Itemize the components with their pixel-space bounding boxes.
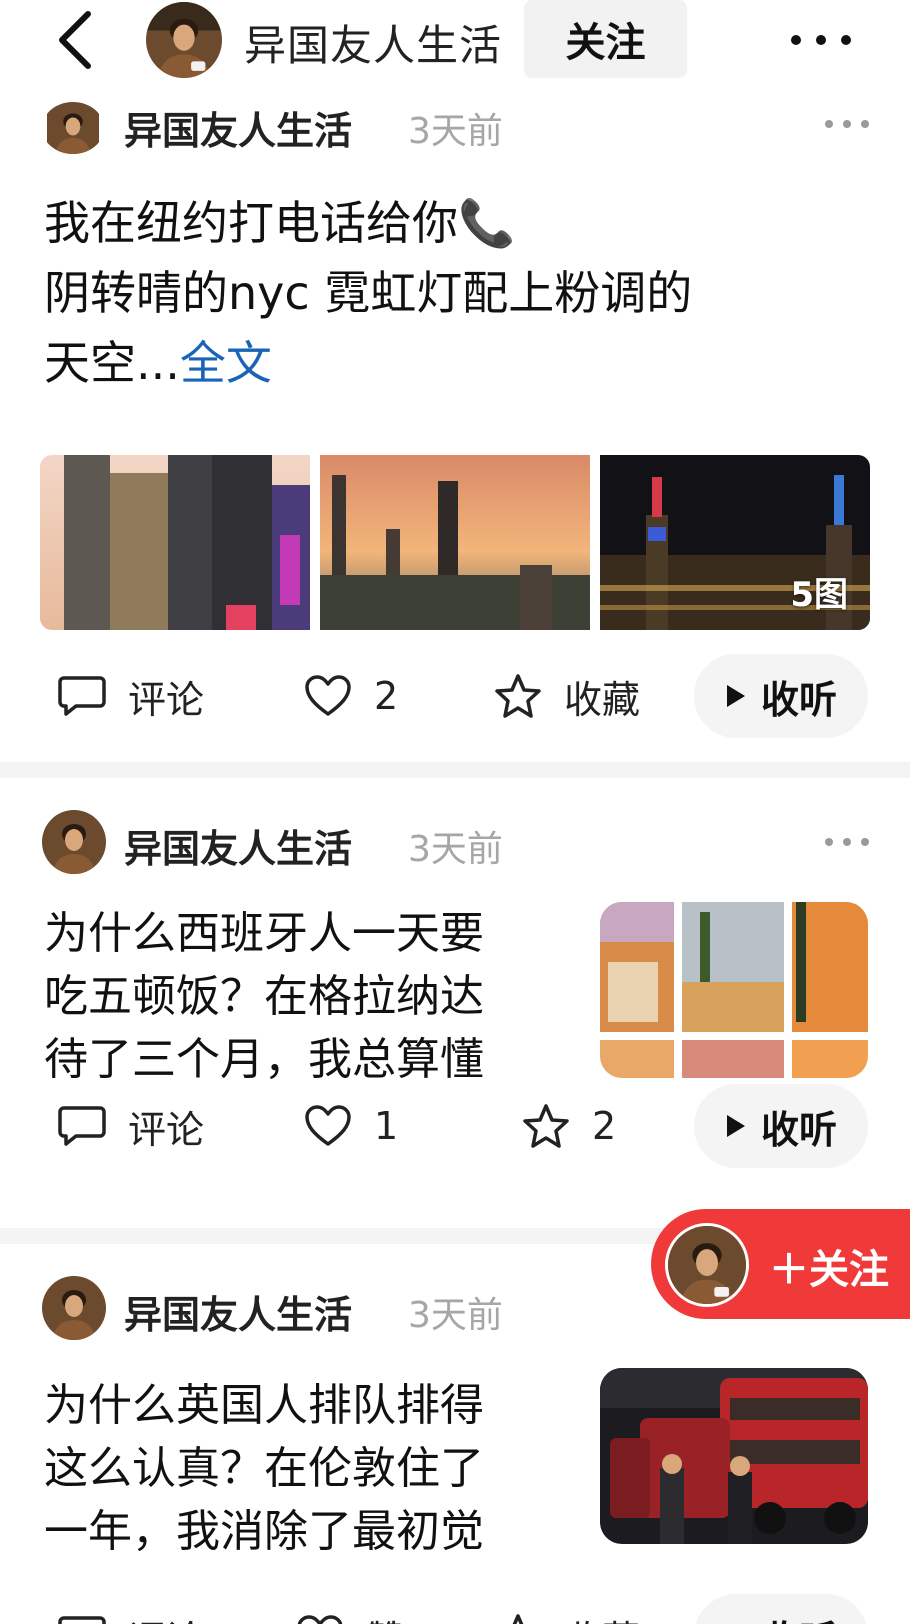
image-count-badge: 5图 <box>790 575 848 615</box>
post-card[interactable]: 异国友人生活 3天前 为什么西班牙人一天要 吃五顿饭？在格拉纳达 待了三个月，我… <box>0 778 910 1228</box>
post-text-line: 待了三个月，我总算懂 <box>44 1034 484 1085</box>
post-text-line: 天空...全文 <box>44 328 874 398</box>
comment-label: 评论 <box>128 677 205 722</box>
favorite-button[interactable]: 收藏 <box>494 654 640 738</box>
post-card[interactable]: 异国友人生活 3天前 我在纽约打电话给你📞 阴转晴的nyc 霓虹灯配上粉调的 天… <box>0 0 910 760</box>
more-dots-icon[interactable] <box>822 112 872 136</box>
avatar[interactable] <box>42 102 104 154</box>
floating-follow-label: ＋关注 <box>769 1247 889 1293</box>
star-icon <box>523 1104 569 1148</box>
like-button[interactable]: 赞 <box>296 1594 404 1624</box>
page-title: 异国友人生活 <box>244 21 503 70</box>
post-text-line: 这么认真？在伦敦住了 <box>44 1443 484 1494</box>
floating-follow-button[interactable]: ＋关注 <box>651 1209 910 1319</box>
photo-sunset-skyline[interactable] <box>320 455 590 630</box>
post-text[interactable]: 为什么西班牙人一天要 吃五顿饭？在格拉纳达 待了三个月，我总算懂 <box>44 902 544 1091</box>
play-icon <box>726 685 745 707</box>
post-text-line: 一年，我消除了最初觉 <box>44 1506 484 1557</box>
favorite-count: 2 <box>592 1104 617 1148</box>
heart-icon <box>305 675 351 716</box>
photo-night-skyline[interactable]: 5图 <box>600 455 870 630</box>
follow-button[interactable]: 关注 <box>524 0 687 78</box>
favorite-button[interactable]: 收藏 <box>494 1594 640 1624</box>
comment-icon <box>58 676 106 716</box>
more-dots-icon[interactable] <box>822 830 872 854</box>
comment-button[interactable]: 评论 <box>58 654 204 738</box>
author-name[interactable]: 异国友人生活 <box>124 100 352 155</box>
action-bar: 评论 赞 收藏 收听 <box>0 1594 910 1624</box>
full-text-link[interactable]: 全文 <box>180 336 272 390</box>
more-dots-icon[interactable] <box>786 22 856 58</box>
avatar[interactable] <box>42 810 106 874</box>
favorite-button[interactable]: 2 <box>522 1084 616 1168</box>
comment-label: 评论 <box>128 1609 204 1624</box>
comment-label: 评论 <box>128 1107 205 1152</box>
post-header: 异国友人生活 3天前 <box>42 92 872 158</box>
like-count: 1 <box>374 1104 399 1148</box>
post-text[interactable]: 为什么英国人排队排得 这么认真？在伦敦住了 一年，我消除了最初觉 <box>44 1374 544 1563</box>
listen-label: 收听 <box>760 1107 837 1152</box>
heart-icon <box>297 1615 343 1624</box>
author-name[interactable]: 异国友人生活 <box>124 1284 352 1339</box>
favorite-label: 收藏 <box>564 1609 640 1624</box>
listen-label: 收听 <box>760 677 837 722</box>
avatar <box>665 1223 749 1307</box>
post-time: 3天前 <box>408 1295 503 1336</box>
post-header: 异国友人生活 3天前 <box>42 810 872 876</box>
avatar[interactable] <box>146 2 222 78</box>
post-thumbnail[interactable] <box>600 1368 868 1544</box>
divider <box>0 762 910 778</box>
post-time: 3天前 <box>408 829 503 870</box>
star-icon <box>495 674 541 718</box>
comment-button[interactable]: 评论 <box>58 1084 204 1168</box>
post-time: 3天前 <box>408 111 503 152</box>
comment-icon <box>58 1616 106 1624</box>
post-text-line: 我在纽约打电话给你📞 <box>44 196 516 250</box>
like-button[interactable]: 1 <box>304 1084 398 1168</box>
action-bar: 评论 2 收藏 收听 <box>0 654 910 738</box>
comment-icon <box>58 1106 106 1146</box>
author-name[interactable]: 异国友人生活 <box>124 818 352 873</box>
post-thumbnail[interactable] <box>600 902 868 1078</box>
action-bar: 评论 1 2 收听 <box>0 1084 910 1168</box>
like-button[interactable]: 2 <box>304 654 398 738</box>
comment-button[interactable]: 评论 <box>58 1594 204 1624</box>
top-bar: 异国友人生活 关注 <box>0 0 910 90</box>
image-grid: 5图 <box>40 455 870 630</box>
post-text-tail: 天空... <box>44 336 180 390</box>
heart-icon <box>305 1105 351 1146</box>
post-text-line: 阴转晴的nyc 霓虹灯配上粉调的 <box>44 266 693 320</box>
avatar[interactable] <box>42 1276 106 1340</box>
post-text[interactable]: 我在纽约打电话给你📞 阴转晴的nyc 霓虹灯配上粉调的 天空...全文 <box>44 188 874 398</box>
play-icon <box>726 1115 745 1137</box>
listen-button[interactable]: 收听 <box>694 654 868 738</box>
post-text-line: 为什么英国人排队排得 <box>44 1380 484 1431</box>
listen-button[interactable]: 收听 <box>694 1084 868 1168</box>
like-label: 赞 <box>366 1609 404 1624</box>
post-text-line: 吃五顿饭？在格拉纳达 <box>44 971 484 1022</box>
star-icon <box>512 1614 524 1624</box>
favorite-label: 收藏 <box>564 677 641 722</box>
listen-button[interactable]: 收听 <box>694 1594 868 1624</box>
like-count: 2 <box>374 674 399 718</box>
back-arrow-icon[interactable] <box>50 8 106 72</box>
photo-times-square[interactable] <box>40 455 310 630</box>
post-text-line: 为什么西班牙人一天要 <box>44 908 484 959</box>
listen-label: 收听 <box>761 1609 837 1624</box>
